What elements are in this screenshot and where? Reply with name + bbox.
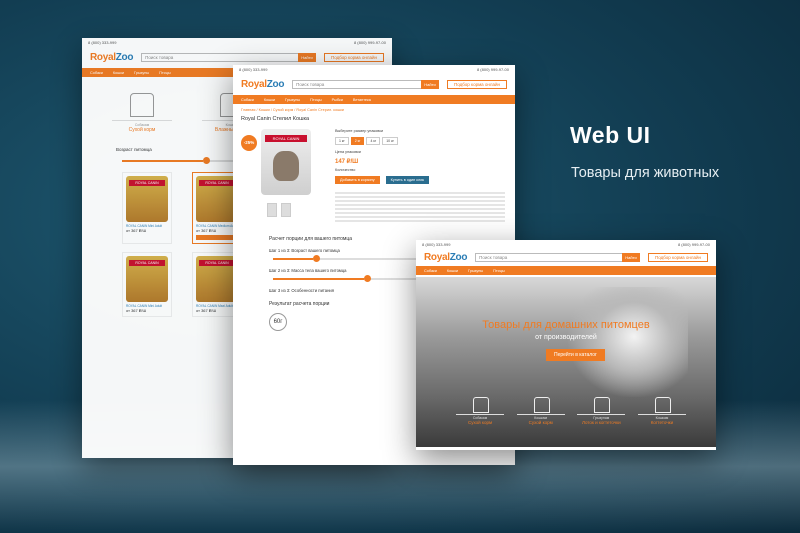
promo-headline: Web UI [570,122,651,148]
product-image [126,176,168,222]
nav-item[interactable]: Собаки [90,71,103,75]
product-price: 147 ₽/Ш [335,159,359,165]
hero-subtitle: от производителей [535,334,597,341]
category-item[interactable]: Кошкам Сухой корм [516,395,565,425]
hero-banner: Товары для домашних питомцев от производ… [416,277,716,447]
thumbnail[interactable] [281,203,291,217]
cat-food-icon [516,395,565,415]
add-to-cart-button[interactable]: Добавить в корзину [335,176,380,184]
size-option[interactable]: 1 кг [335,137,349,145]
site-header: RoyalZoo Поиск товара Найти Подбор корма… [233,73,515,95]
nav-item[interactable]: Рыбки [332,98,343,102]
hero-title: Товары для домашних питомцев [482,319,650,331]
search-input[interactable]: Поиск товара Найти [141,52,316,62]
top-bar: 8 (800) 333-999 8 (800) 999-97-00 [82,38,392,46]
product-price: от 367 ₽/Ш [126,228,147,233]
nav-item[interactable]: Птицы [493,269,505,273]
buy-one-click-button[interactable]: Купить в один клик [385,176,430,184]
catalog-button[interactable]: Перейти в каталог [546,349,605,361]
main-nav: Собаки Кошки Грызуны Птицы [416,266,716,275]
product-card[interactable]: ROYAL CANIN Mini Adult от 367 ₽/Ш [122,252,172,317]
category-item[interactable]: Грызунам Лоток и когтеточки [577,395,626,425]
search-button[interactable]: Найти [622,252,640,262]
nav-item[interactable]: Ветаптека [353,98,371,102]
dog-food-icon [456,395,504,415]
category-item[interactable]: Кошкам Когтеточки [637,395,686,425]
home-page-screenshot: 8 (800) 333-999 8 (800) 999-97-00 RoyalZ… [416,240,716,450]
thumbnail[interactable] [267,203,277,217]
product-price: от 367 ₽/Ш [196,308,217,313]
size-option[interactable]: 4 кг [366,137,381,145]
product-card[interactable]: ROYAL CANIN Mini Adult от 367 ₽/Ш [122,172,172,244]
pick-food-button[interactable]: Подбор корма онлайн [324,52,384,62]
nav-item[interactable]: Грызуны [468,269,483,273]
category-item[interactable]: Собакам Сухой корм [112,87,172,133]
discount-badge: -25% [241,135,257,151]
description-text [335,192,505,222]
page-title: Royal Canin Стелил Кошка [241,116,310,122]
size-options: 1 кг 2 кг 4 кг 10 кг [335,137,505,145]
size-option[interactable]: 2 кг [350,137,365,145]
site-logo[interactable]: RoyalZoo [424,252,467,263]
category-item[interactable]: Собакам Сухой корм [456,395,504,425]
slider-handle[interactable] [202,157,210,164]
product-gallery: -25% [241,129,323,224]
search-button[interactable]: Найти [298,52,316,62]
search-button[interactable]: Найти [421,79,439,89]
nav-item[interactable]: Грызуны [134,71,149,75]
breadcrumb[interactable]: Главная / Кошки / Сухой корм / Royal Can… [233,104,515,116]
scratching-post-icon [637,395,686,415]
search-input[interactable]: Поиск товара Найти [475,252,640,262]
phone-2: 8 (800) 999-97-00 [353,40,386,45]
site-logo[interactable]: RoyalZoo [90,52,133,63]
product-image [196,176,238,222]
pick-food-button[interactable]: Подбор корма онлайн [648,252,708,262]
nav-item[interactable]: Грызуны [285,98,300,102]
category-row: Собакам Сухой корм Кошкам Сухой корм Гры… [456,395,686,425]
quantity-label: Количество [335,168,356,172]
promo-subline: Товары для животных [571,165,720,181]
nav-item[interactable]: Кошки [264,98,275,102]
price-label: Цена упаковки [335,150,361,154]
site-header: RoyalZoo Поиск товара Найти Подбор корма… [416,248,716,266]
phone-1: 8 (800) 333-999 [88,40,117,45]
result-circle: 60г [269,313,287,331]
top-bar: 8 (800) 333-999 8 (800) 999-97-00 [239,67,509,72]
dog-food-icon [112,87,172,121]
product-image[interactable] [261,129,311,195]
nav-item[interactable]: Кошки [447,269,458,273]
site-logo[interactable]: RoyalZoo [241,79,284,90]
rodent-icon [577,395,626,415]
product-price: от 367 ₽/Ш [196,228,217,233]
nav-item[interactable]: Кошки [113,71,124,75]
product-image [196,256,238,302]
size-label: Выберите размер упаковки [335,129,384,133]
nav-item[interactable]: Птицы [310,98,322,102]
nav-item[interactable]: Птицы [159,71,171,75]
nav-item[interactable]: Собаки [241,98,254,102]
product-image [126,256,168,302]
product-info: Выберите размер упаковки 1 кг 2 кг 4 кг … [335,129,505,224]
size-option[interactable]: 10 кг [382,137,398,145]
product-price: от 367 ₽/Ш [126,308,147,313]
pick-food-button[interactable]: Подбор корма онлайн [447,79,507,89]
thumbnail-strip [267,203,323,217]
main-nav: Собаки Кошки Грызуны Птицы Рыбки Ветапте… [233,95,515,104]
add-to-cart-button[interactable] [196,235,238,240]
top-bar: 8 (800) 333-999 8 (800) 999-97-00 [422,242,710,247]
cat-photo [568,287,688,397]
search-input[interactable]: Поиск товара Найти [292,79,439,89]
nav-item[interactable]: Собаки [424,269,437,273]
